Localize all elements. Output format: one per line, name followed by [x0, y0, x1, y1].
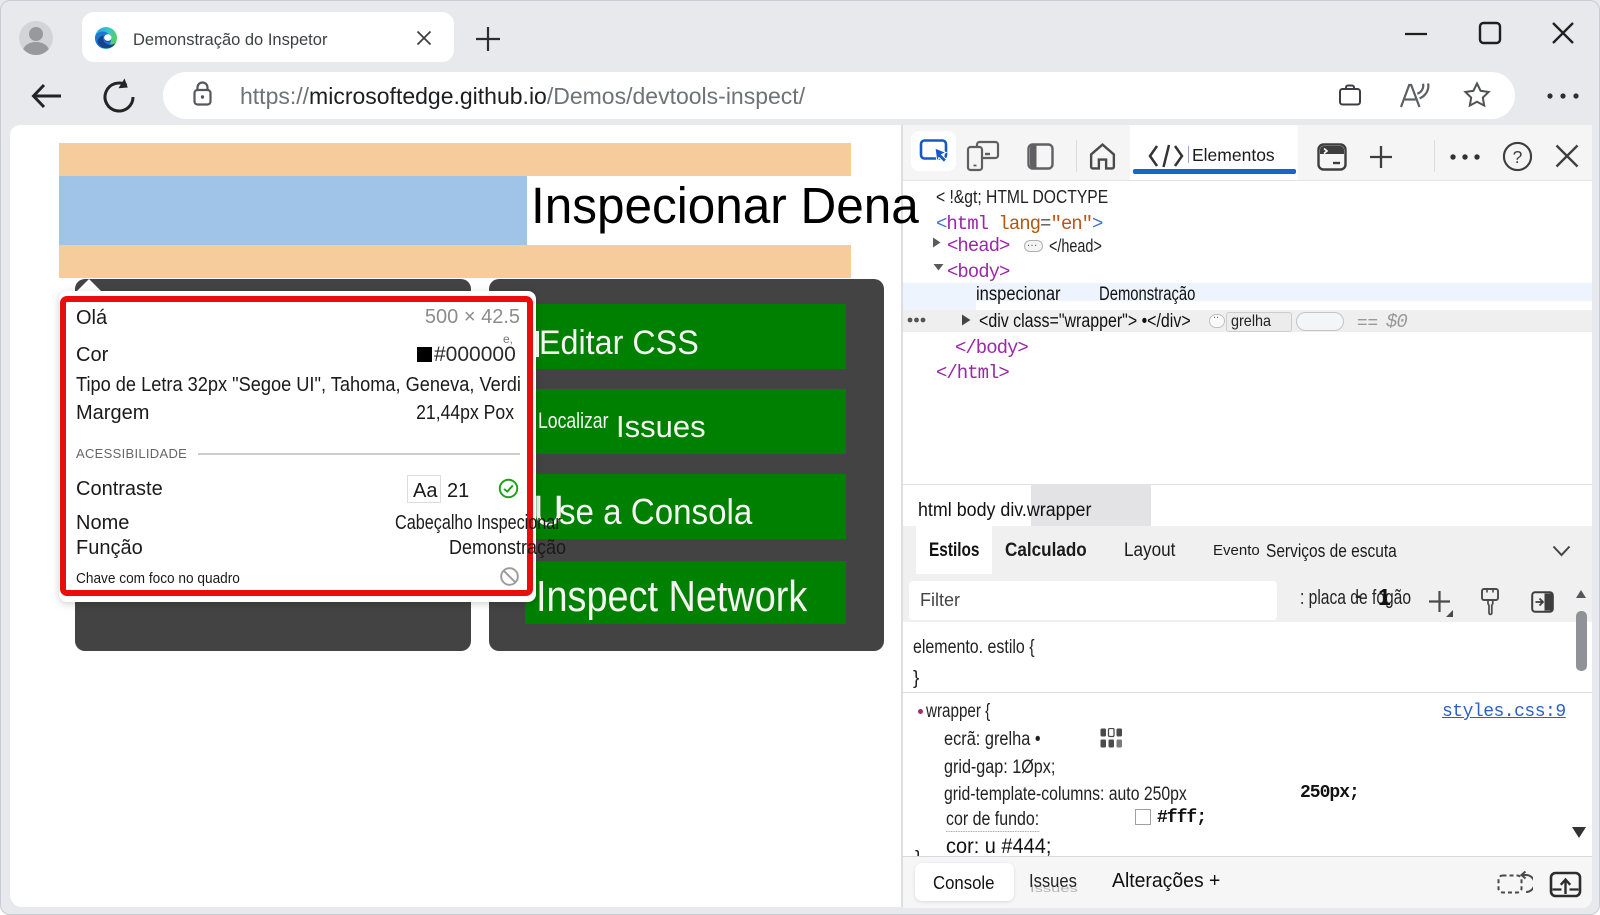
svg-text:?: ? [1513, 147, 1523, 167]
